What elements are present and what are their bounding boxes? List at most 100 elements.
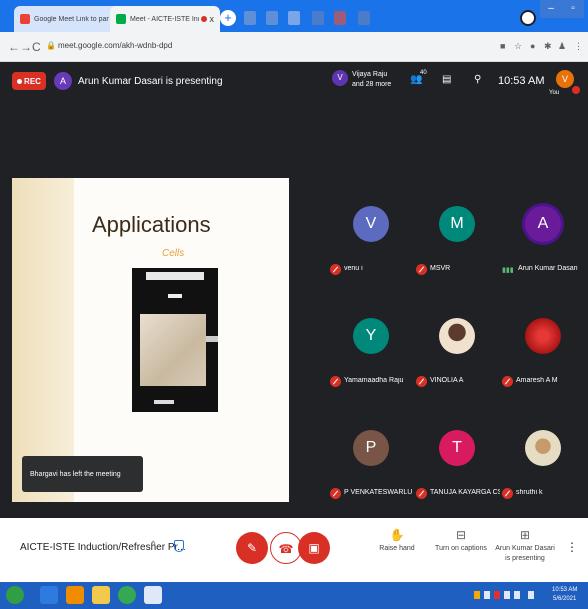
camera-toggle-button[interactable]: ▣: [298, 532, 330, 564]
participant-tile[interactable]: P P VENKATESWARLU IT,...: [328, 402, 414, 514]
more-options-icon[interactable]: ⋮: [566, 540, 578, 554]
profile-icon[interactable]: [520, 10, 536, 26]
record-icon: [17, 78, 23, 84]
close-tab-icon[interactable]: x: [210, 14, 215, 24]
captions-label: Turn on captions: [435, 545, 487, 552]
participant-photo: [525, 430, 561, 466]
participant-name: VINOLIA A: [430, 377, 464, 384]
volume-icon[interactable]: [514, 591, 520, 599]
participant-tile[interactable]: A ▮▮▮ Arun Kumar Dasari: [500, 178, 586, 290]
tab-meet-aicte[interactable]: Meet - AICTE-ISTE Induction x: [110, 6, 220, 32]
folder-icon[interactable]: [92, 586, 110, 604]
participant-avatar[interactable]: V: [332, 70, 348, 86]
tray-icon[interactable]: [494, 591, 500, 599]
slide-annotation: Cells: [162, 248, 185, 259]
participant-tile[interactable]: M MSVR: [414, 178, 500, 290]
participant-grid: V venu i M MSVR A ▮▮▮ Arun Kumar Dasari …: [328, 178, 586, 514]
mic-off-icon: [416, 376, 427, 387]
app-icon[interactable]: [266, 11, 278, 25]
presenting-label-line2: is presenting: [505, 555, 545, 562]
screen: Google Meet Link to participants x Meet …: [0, 0, 588, 609]
mic-toggle-button[interactable]: ✎: [236, 532, 268, 564]
maximize-icon[interactable]: ▫: [562, 0, 584, 18]
mic-off-icon: [330, 488, 341, 499]
participants-summary[interactable]: Vijaya Raju and 28 more: [352, 70, 391, 90]
meet-icon: [116, 14, 126, 24]
back-icon[interactable]: ←: [8, 40, 20, 54]
participant-avatar: P: [353, 430, 389, 466]
notification-toast: Bhargavi has left the meeting: [22, 456, 143, 492]
start-button-icon[interactable]: [6, 586, 24, 604]
app-icon[interactable]: [312, 11, 324, 25]
self-label: You: [549, 90, 560, 96]
captions-button[interactable]: ⊟ Turn on captions: [426, 528, 496, 554]
clock-date: 5/6/2021: [553, 596, 577, 602]
presentation-slide[interactable]: Applications Cells: [12, 178, 289, 502]
account-icon[interactable]: ♟: [558, 41, 566, 52]
system-clock[interactable]: 10:53 AM 5/6/2021: [552, 586, 577, 604]
participant-tile[interactable]: T TANUJA KAYARGA CS...: [414, 402, 500, 514]
app-icon[interactable]: [334, 11, 346, 25]
participant-photo: [525, 318, 561, 354]
participant-avatar: V: [353, 206, 389, 242]
app-icon[interactable]: [358, 11, 370, 25]
participants-line1: Vijaya Raju: [352, 71, 388, 78]
recording-label: REC: [24, 76, 41, 86]
forward-icon[interactable]: →: [20, 40, 32, 54]
participant-name: Amaresh A M: [516, 377, 558, 384]
participant-avatar: Y: [353, 318, 389, 354]
presenting-button[interactable]: ⊞ Arun Kumar Dasari is presenting: [490, 528, 560, 564]
chat-icon[interactable]: ▤: [442, 74, 451, 85]
mic-off-icon: [502, 376, 513, 387]
extension-icon[interactable]: ●: [530, 41, 535, 51]
participant-name: MSVR: [430, 265, 451, 272]
app-icon[interactable]: [288, 11, 300, 25]
url-field[interactable]: meet.google.com/akh-wdnb-dpd: [58, 41, 172, 50]
mic-off-icon: [416, 264, 427, 275]
participant-avatar: T: [439, 430, 475, 466]
slide-title: Applications: [92, 212, 211, 237]
raise-hand-button[interactable]: ✋ Raise hand: [362, 528, 432, 554]
flag-icon[interactable]: [528, 591, 534, 599]
self-avatar[interactable]: V: [556, 70, 574, 88]
activities-icon[interactable]: ⚲: [474, 74, 481, 85]
menu-icon[interactable]: ⋮: [574, 41, 583, 52]
participant-tile[interactable]: Amaresh A M: [500, 290, 586, 402]
phone-hangup-icon: ☎: [278, 542, 294, 556]
windows-taskbar: 10:53 AM 5/6/2021: [0, 582, 588, 609]
participant-name: venu i: [344, 265, 363, 272]
mic-off-badge-icon: [572, 86, 580, 94]
mic-off-icon: [502, 488, 513, 499]
image-label: [168, 294, 182, 298]
participant-tile[interactable]: Y Yamamaadha Raju: [328, 290, 414, 402]
camera-icon[interactable]: ■: [500, 41, 505, 51]
speaking-indicator-icon: ▮▮▮: [502, 267, 514, 274]
lock-icon: 🔒: [46, 41, 56, 50]
mic-off-icon: ✎: [246, 541, 258, 555]
reload-icon[interactable]: C: [32, 40, 41, 54]
browser-tab-strip: Google Meet Link to participants x Meet …: [0, 0, 588, 32]
minimize-icon[interactable]: –: [540, 0, 562, 18]
tray-icon[interactable]: [474, 591, 480, 599]
word-icon[interactable]: [144, 586, 162, 604]
participant-tile[interactable]: V venu i: [328, 178, 414, 290]
media-icon[interactable]: [66, 586, 84, 604]
presenting-label-line1: Arun Kumar Dasari: [495, 545, 555, 552]
tray-icon[interactable]: [484, 591, 490, 599]
participant-tile[interactable]: VINOLIA A: [414, 290, 500, 402]
chevron-up-icon[interactable]: ^: [151, 540, 156, 551]
bookmark-star-icon[interactable]: ☆: [514, 41, 522, 52]
browser-icon[interactable]: [40, 586, 58, 604]
puzzle-icon[interactable]: ✱: [544, 41, 552, 52]
new-tab-button[interactable]: +: [220, 10, 236, 26]
presenter-avatar: A: [54, 72, 72, 90]
participant-name: Arun Kumar Dasari: [518, 265, 578, 272]
app-icon[interactable]: [244, 11, 256, 25]
chrome-icon[interactable]: [118, 586, 136, 604]
tab-google-meet-link[interactable]: Google Meet Link to participants x: [14, 6, 122, 32]
participant-avatar: M: [439, 206, 475, 242]
participant-tile[interactable]: shruthi k: [500, 402, 586, 514]
meeting-title[interactable]: AICTE-ISTE Induction/Refresher Pr...: [20, 542, 186, 553]
shield-icon[interactable]: [174, 540, 184, 552]
network-icon[interactable]: [504, 591, 510, 599]
